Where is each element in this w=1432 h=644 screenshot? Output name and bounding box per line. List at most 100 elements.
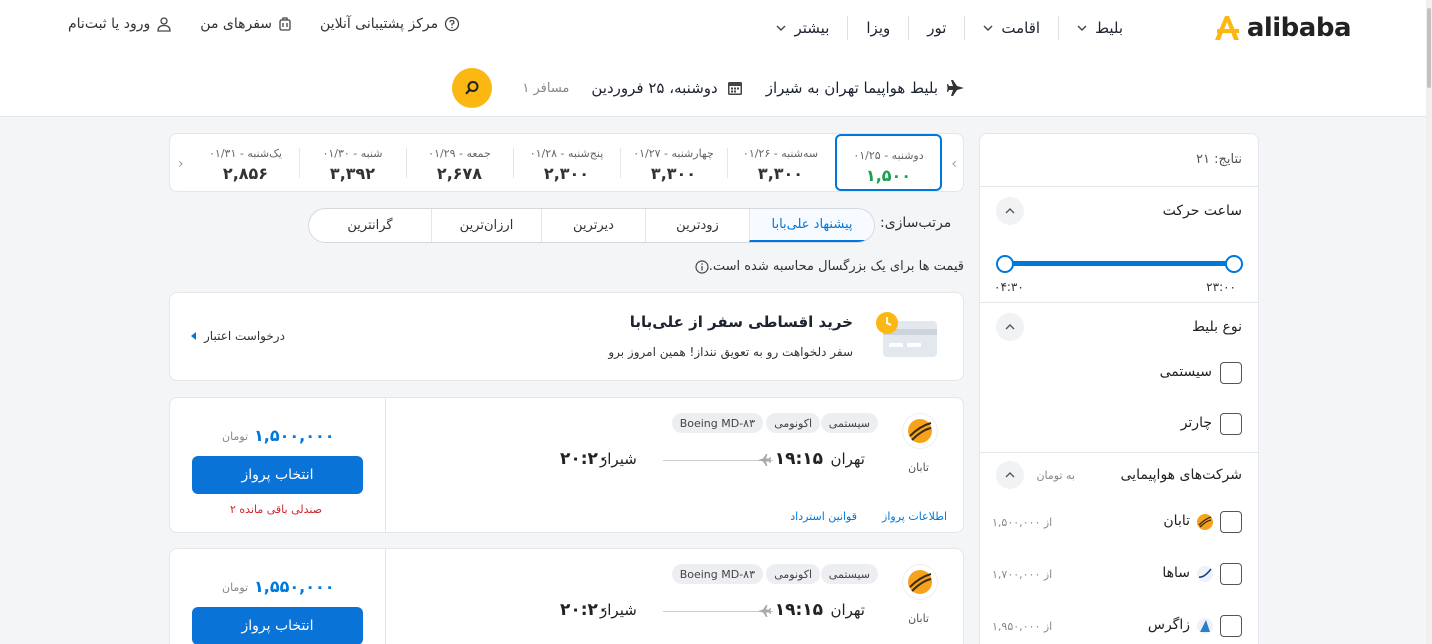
arrival-time: ۲۰:۲۰ — [560, 449, 609, 469]
depart-time-min-label: ۰۴:۳۰ — [994, 280, 1024, 294]
tag-economy: اکونومی — [766, 564, 820, 584]
filter-sidebar: نتایج: ۲۱ ساعت حرکت ۲۳:۰۰ ۰۴:۳۰ نوع بلیط… — [979, 133, 1259, 644]
sort-tab-expensive[interactable]: گرانترین — [309, 209, 431, 242]
date-cell-3[interactable]: پنج‌شنبه - ۰۱/۲۸ ۲,۳۰۰ — [513, 134, 620, 191]
date-cell-price: ۲,۸۵۶ — [222, 164, 269, 183]
airplane-icon — [947, 80, 964, 96]
prev-dates-arrow[interactable]: › — [178, 156, 184, 172]
chevron-up-icon — [1005, 208, 1015, 214]
checkbox-airline-zagros[interactable] — [1220, 615, 1242, 637]
select-flight-button[interactable]: انتخاب پرواز — [192, 607, 363, 644]
checkbox-airline-taban[interactable] — [1220, 511, 1242, 533]
checkbox-charter[interactable] — [1220, 413, 1242, 435]
sort-tab-cheapest[interactable]: ارزان‌ترین — [431, 209, 541, 242]
date-cell-price: ۳,۳۹۲ — [329, 164, 376, 183]
saha-logo-icon — [1197, 566, 1213, 582]
date-cell-price: ۳,۳۰۰ — [650, 164, 697, 183]
date-cell-6[interactable]: یک‌شنبه - ۰۱/۳۱ ۲,۸۵۶ — [192, 134, 299, 191]
nav-tour-label: تور — [927, 19, 947, 37]
sort-tab-label: ارزان‌ترین — [459, 218, 514, 233]
depart-time-slider[interactable] — [1005, 261, 1235, 266]
sort-tab-label: پیشنهاد علی‌بابا — [771, 217, 853, 232]
request-credit-link[interactable]: درخواست اعتبار — [190, 329, 285, 343]
sort-tab-latest[interactable]: دیرترین — [541, 209, 645, 242]
seats-left: ۲ صندلی باقی مانده — [230, 503, 323, 516]
date-cell-0[interactable]: دوشنبه - ۰۱/۲۵ ۱,۵۰۰ — [835, 134, 942, 191]
chevron-down-icon — [776, 25, 786, 31]
my-trips-link[interactable]: سفرهای من — [200, 16, 292, 32]
price-currency: تومان — [222, 581, 249, 594]
nav-more[interactable]: بیشتر — [758, 16, 847, 40]
price-currency: تومان — [222, 430, 249, 443]
airline-name: تابان — [908, 612, 929, 625]
page-scrollbar[interactable] — [1426, 0, 1432, 644]
date-cell-1[interactable]: سه‌شنبه - ۰۱/۲۶ ۳,۳۰۰ — [727, 134, 834, 191]
calendar-icon — [727, 82, 742, 95]
nav-ticket[interactable]: بلیط — [1059, 16, 1141, 40]
tag-systemic: سیستمی — [820, 413, 878, 433]
refund-rules-link[interactable]: قوانین استرداد — [790, 510, 857, 523]
route-summary[interactable]: بلیط هواپیما تهران به شیراز — [766, 78, 966, 98]
promo-title: خرید اقساطی سفر از علی‌بابا — [629, 313, 853, 331]
checkbox-airline-saha[interactable] — [1220, 563, 1242, 585]
sort-tab-label: دیرترین — [573, 218, 614, 233]
support-icon — [444, 16, 460, 32]
sort-tab-recommended[interactable]: پیشنهاد علی‌بابا — [749, 209, 874, 242]
chevron-up-icon — [1005, 472, 1015, 478]
depart-time-filter: ساعت حرکت ۲۳:۰۰ ۰۴:۳۰ — [980, 187, 1258, 303]
departure-time: ۱۹:۱۵ — [774, 449, 823, 469]
flight-card[interactable]: تابان سیستمی اکونومی Boeing MD-۸۳ تهران … — [169, 397, 964, 533]
slider-knob-min[interactable] — [996, 255, 1014, 273]
support-label: مرکز پشتیبانی آنلاین — [320, 16, 439, 32]
user-nav: مرکز پشتیبانی آنلاین سفرهای من ورود یا ث… — [68, 16, 460, 32]
date-cell-price: ۱,۵۰۰ — [865, 166, 912, 185]
collapse-ticket-type-button[interactable] — [996, 313, 1024, 341]
date-cell-4[interactable]: جمعه - ۰۱/۲۹ ۲,۶۷۸ — [406, 134, 513, 191]
date-cell-label: چهارشنبه - ۰۱/۲۷ — [633, 147, 714, 160]
date-divider — [406, 148, 407, 178]
date-divider — [727, 148, 728, 178]
select-flight-button[interactable]: انتخاب پرواز — [192, 456, 363, 494]
flight-info-link[interactable]: اطلاعات پرواز — [882, 510, 947, 523]
sort-tab-label: زودترین — [676, 218, 719, 233]
departure-time: ۱۹:۱۵ — [774, 600, 823, 620]
promo-subtitle: سفر دلخواهت رو به تعویق ننداز! همین امرو… — [608, 345, 853, 359]
date-cell-2[interactable]: چهارشنبه - ۰۱/۲۷ ۳,۳۰۰ — [620, 134, 727, 191]
date-summary[interactable]: دوشنبه، ۲۵ فروردین — [591, 79, 743, 97]
flight-card[interactable]: تابان سیستمی اکونومی Boeing MD-۸۳ تهران … — [169, 548, 964, 644]
taban-logo-icon — [903, 414, 937, 448]
nav-visa[interactable]: ویزا — [848, 16, 908, 40]
nav-tour[interactable]: تور — [909, 16, 964, 40]
login-link[interactable]: ورود یا ثبت‌نام — [68, 16, 172, 32]
airline-zagros-price: از ۱,۹۵۰,۰۰۰ — [992, 620, 1053, 633]
checkbox-systemic[interactable] — [1220, 362, 1242, 384]
brand-name: alibaba — [1246, 13, 1352, 43]
route-label: بلیط هواپیما تهران به شیراز — [765, 79, 938, 97]
chevron-up-icon — [1005, 324, 1015, 330]
collapse-depart-time-button[interactable] — [996, 197, 1024, 225]
sort-tab-earliest[interactable]: زودترین — [645, 209, 749, 242]
top-header: alibaba بلیط اقامت تور ویزا بیشتر مرکز پ… — [0, 0, 1426, 117]
passengers-label[interactable]: ۱ مسافر — [522, 81, 569, 96]
airlines-filter: شرکت‌های هواپیمایی به تومان تابان از ۱,۵… — [980, 453, 1258, 644]
next-dates-arrow[interactable]: ‹ — [951, 156, 957, 172]
support-link[interactable]: مرکز پشتیبانی آنلاین — [320, 16, 460, 32]
date-cell-5[interactable]: شنبه - ۰۱/۳۰ ۳,۳۹۲ — [299, 134, 406, 191]
scrollbar-thumb[interactable] — [1427, 8, 1431, 88]
airline-zagros-label: زاگرس — [1147, 617, 1190, 633]
airlines-title: شرکت‌های هواپیمایی — [1120, 467, 1242, 483]
slider-knob-max[interactable] — [1225, 255, 1243, 273]
results-count-section: نتایج: ۲۱ — [980, 134, 1258, 187]
flight-price: ۱,۵۵۰,۰۰۰ — [254, 577, 335, 596]
airline-saha-price: از ۱,۷۰۰,۰۰۰ — [992, 568, 1053, 581]
date-cell-label: شنبه - ۰۱/۳۰ — [322, 147, 383, 160]
nav-stay[interactable]: اقامت — [965, 16, 1058, 40]
collapse-airlines-button[interactable] — [996, 461, 1024, 489]
search-button[interactable] — [452, 68, 493, 108]
alibaba-logo[interactable]: alibaba — [1211, 12, 1352, 44]
date-cell-label: یک‌شنبه - ۰۱/۳۱ — [209, 147, 282, 160]
caret-left-icon — [191, 332, 196, 340]
tag-aircraft: Boeing MD-۸۳ — [671, 413, 763, 433]
checkbox-systemic-label: سیستمی — [1159, 364, 1212, 380]
depart-time-title: ساعت حرکت — [1162, 203, 1242, 219]
